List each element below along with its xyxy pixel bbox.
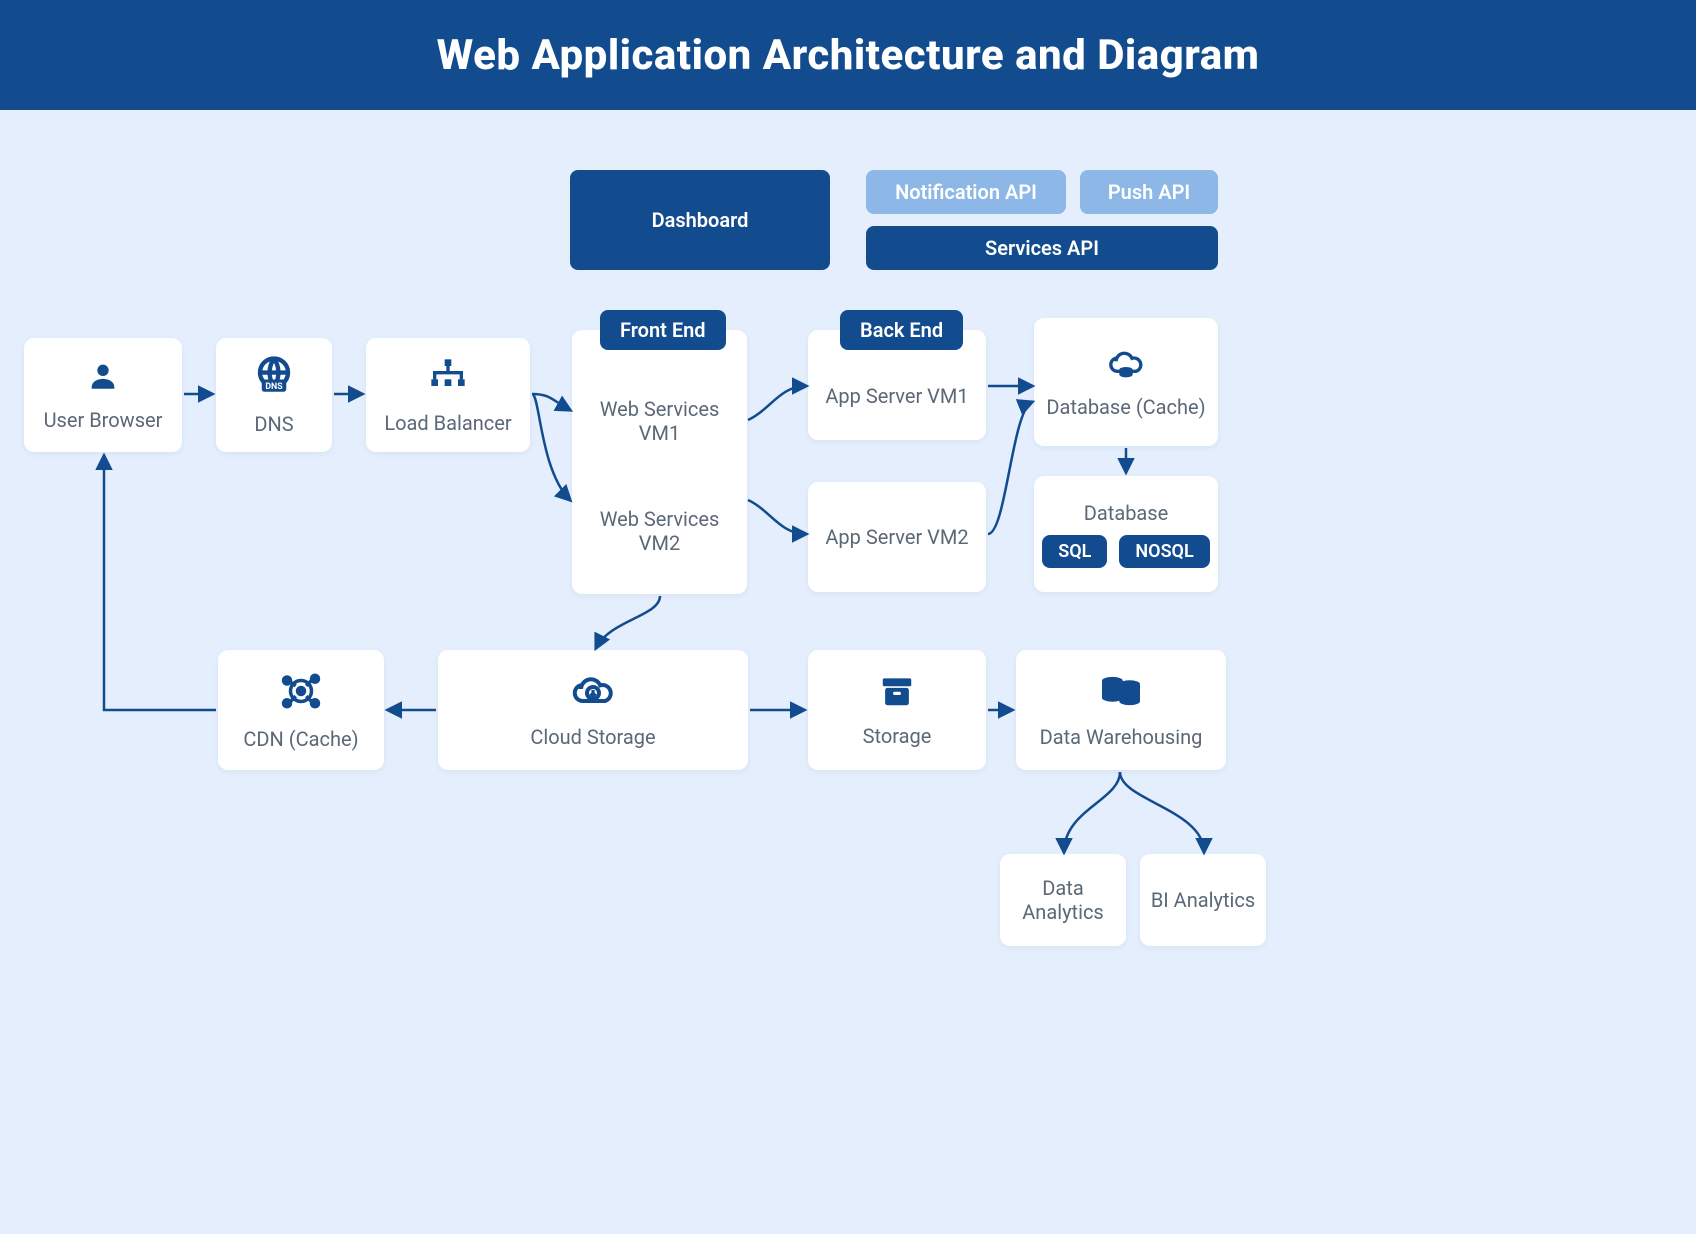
app-server-vm1-label: App Server VM1: [825, 384, 968, 408]
services-api-label: Services API: [985, 236, 1099, 260]
user-browser-node: User Browser: [24, 338, 182, 452]
data-warehousing-node: Data Warehousing: [1016, 650, 1226, 770]
bi-analytics-node: BI Analytics: [1140, 854, 1266, 946]
web-services-vm1-label: Web Services VM1: [580, 377, 739, 465]
dashboard-label: Dashboard: [652, 208, 749, 232]
data-warehousing-label: Data Warehousing: [1040, 725, 1203, 749]
user-icon: [86, 359, 120, 398]
globe-dns-icon: DNS: [253, 355, 295, 402]
archive-icon: [878, 673, 916, 714]
push-api-label: Push API: [1108, 180, 1190, 204]
storage-node: Storage: [808, 650, 986, 770]
database-stack-icon: [1098, 672, 1144, 715]
services-api-block: Services API: [866, 226, 1218, 270]
web-services-vm2-label: Web Services VM2: [580, 487, 739, 575]
dashboard-block: Dashboard: [570, 170, 830, 270]
cloud-storage-label: Cloud Storage: [530, 725, 655, 749]
load-balancer-label: Load Balancer: [384, 411, 511, 435]
load-balancer-node: Load Balancer: [366, 338, 530, 452]
diagram-canvas: Dashboard Notification API Push API Serv…: [0, 110, 1696, 1234]
cloud-storage-node: Cloud Storage: [438, 650, 748, 770]
app-server-vm2-node: App Server VM2: [808, 482, 986, 592]
load-balancer-icon: [428, 356, 468, 401]
user-browser-label: User Browser: [44, 408, 163, 432]
database-cache-node: Database (Cache): [1034, 318, 1218, 446]
database-label: Database: [1084, 501, 1168, 525]
cdn-label: CDN (Cache): [243, 727, 358, 751]
back-end-label: Back End: [840, 310, 963, 350]
page-header: Web Application Architecture and Diagram: [0, 0, 1696, 110]
cloud-download-icon: [569, 672, 617, 715]
notification-api-label: Notification API: [895, 180, 1037, 204]
data-analytics-label: Data Analytics: [1008, 876, 1118, 924]
page-title: Web Application Architecture and Diagram: [437, 31, 1260, 80]
dns-label: DNS: [254, 412, 293, 436]
dns-node: DNS DNS: [216, 338, 332, 452]
notification-api-block: Notification API: [866, 170, 1066, 214]
front-end-label: Front End: [600, 310, 726, 350]
nosql-chip: NOSQL: [1119, 535, 1209, 568]
push-api-block: Push API: [1080, 170, 1218, 214]
database-cache-label: Database (Cache): [1046, 395, 1205, 419]
storage-label: Storage: [863, 724, 932, 748]
svg-text:DNS: DNS: [265, 382, 283, 392]
cdn-node: CDN (Cache): [218, 650, 384, 770]
database-cloud-icon: [1106, 346, 1146, 385]
cdn-icon: [280, 670, 322, 717]
data-analytics-node: Data Analytics: [1000, 854, 1126, 946]
sql-chip: SQL: [1042, 535, 1107, 568]
bi-analytics-label: BI Analytics: [1151, 888, 1255, 912]
front-end-node: Web Services VM1 Web Services VM2: [572, 330, 747, 594]
database-node: Database SQL NOSQL: [1034, 476, 1218, 592]
app-server-vm2-label: App Server VM2: [825, 525, 968, 549]
